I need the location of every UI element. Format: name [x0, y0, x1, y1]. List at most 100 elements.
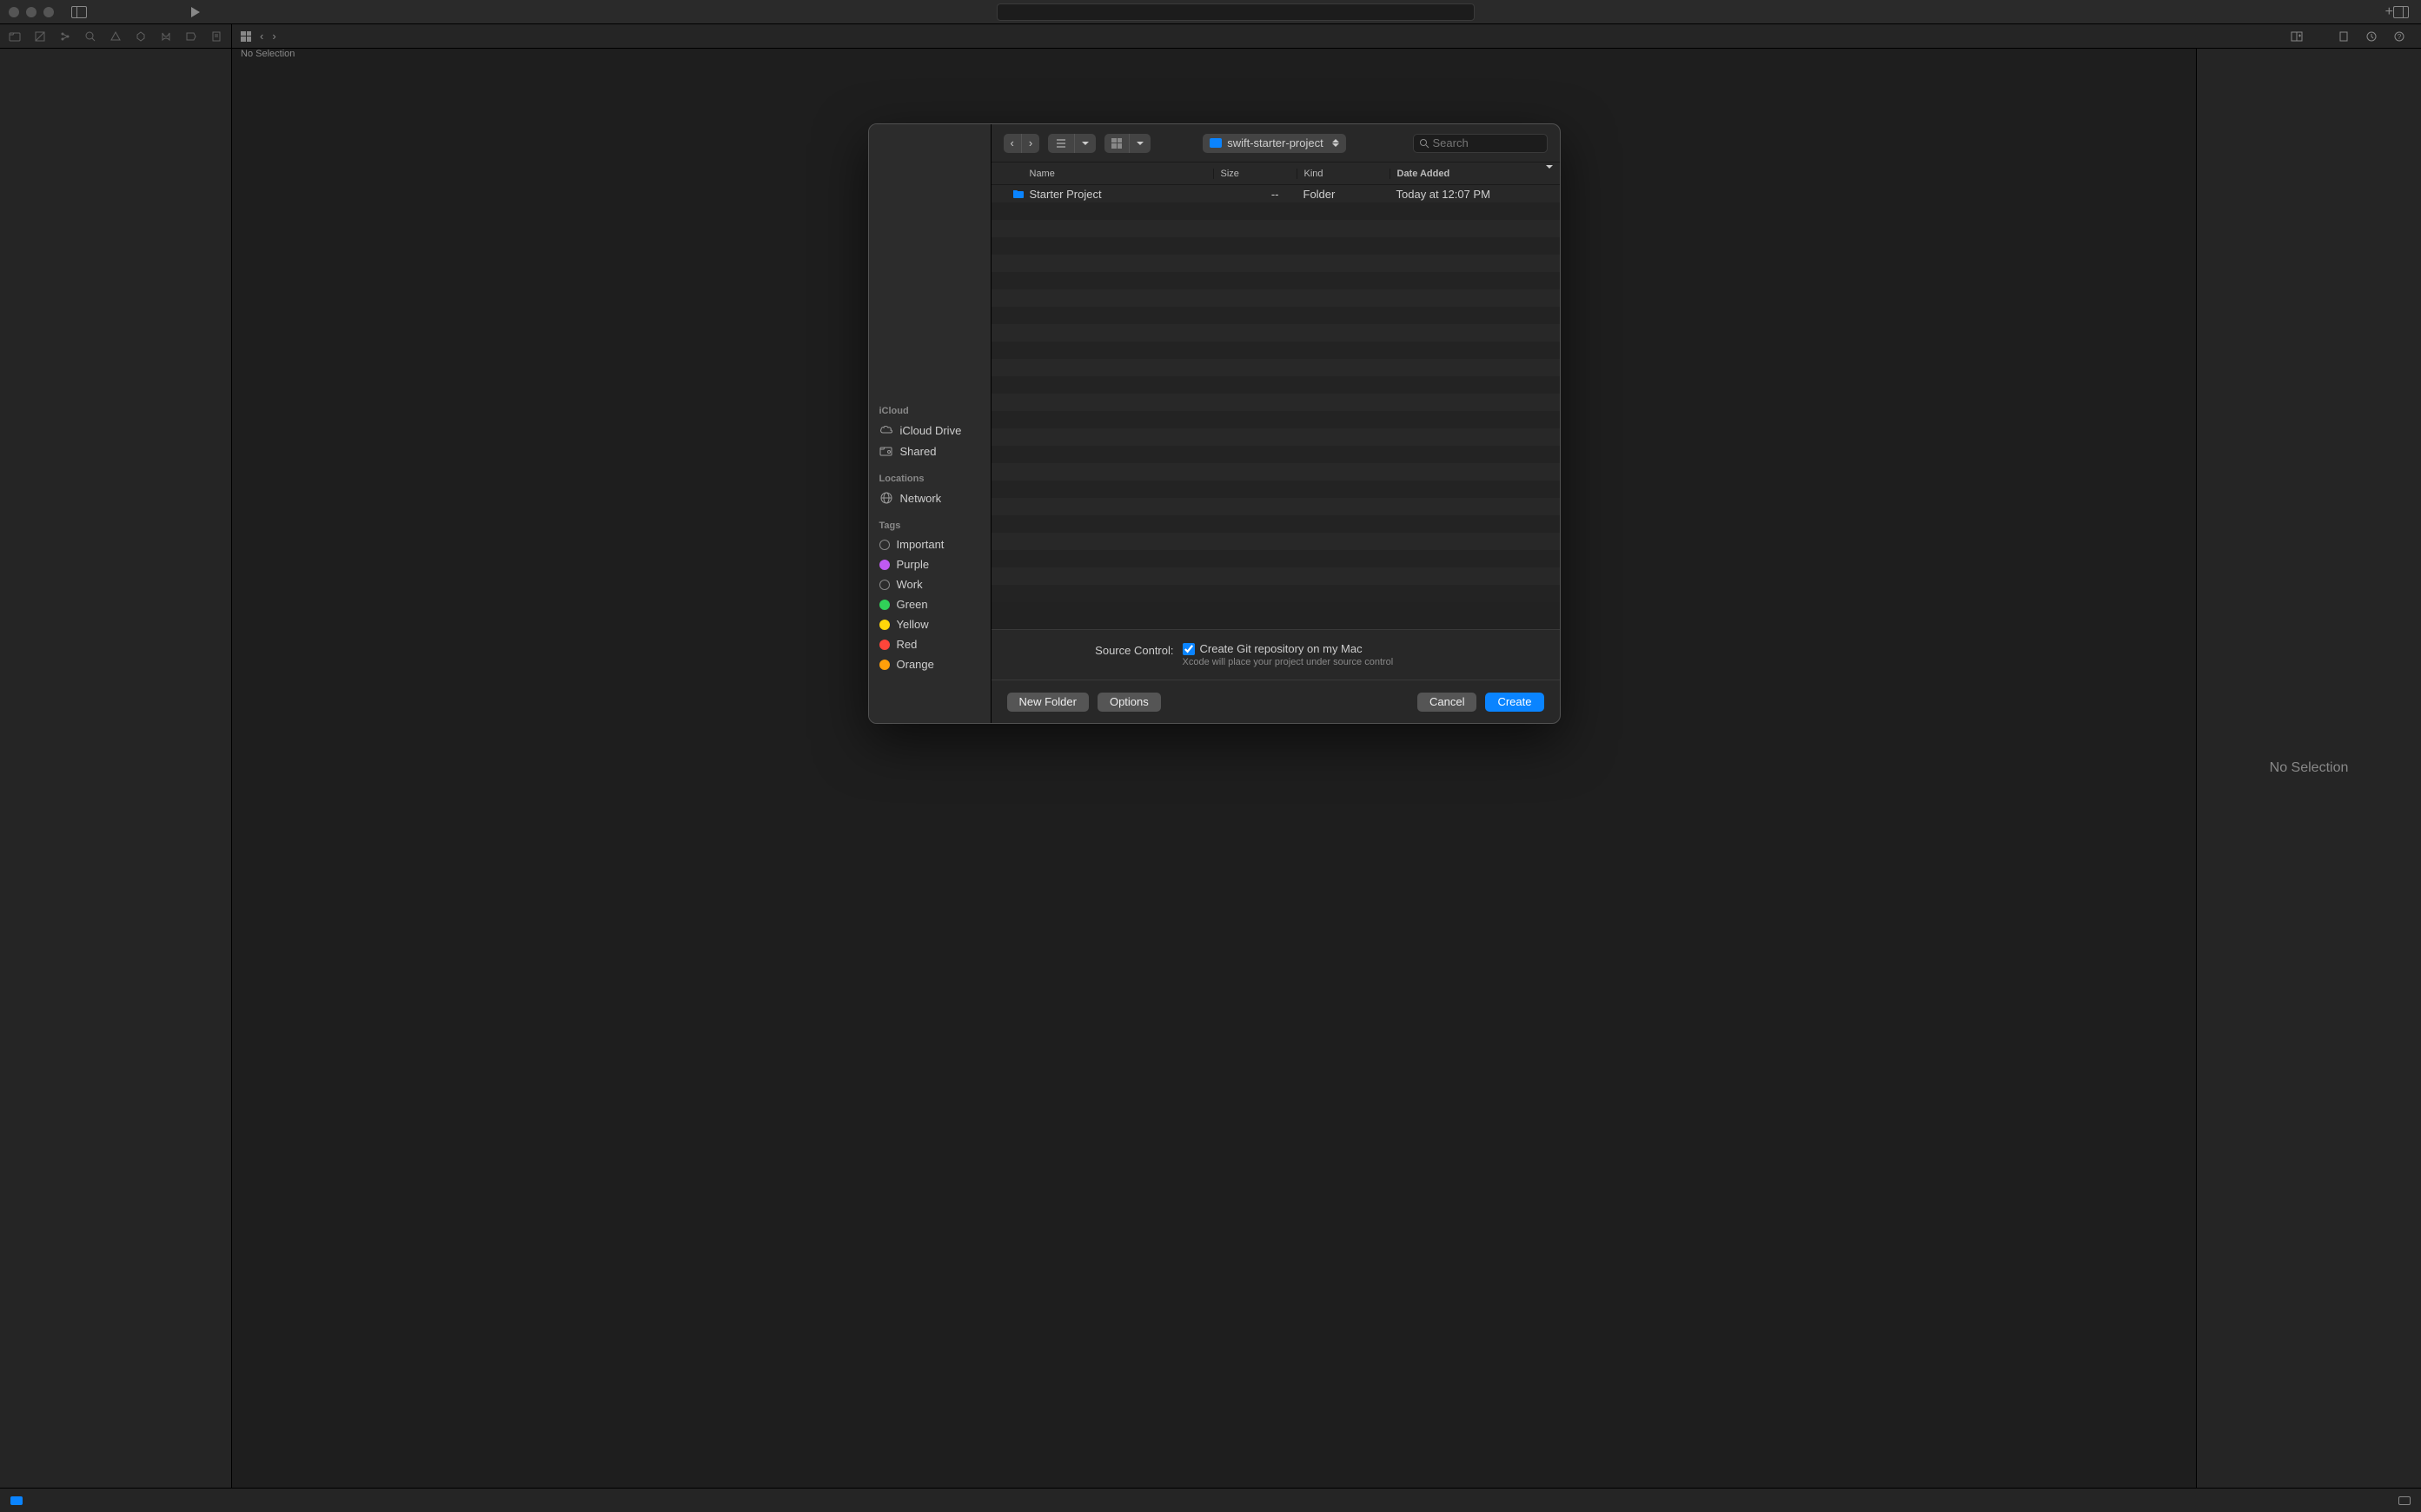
tag-dot-icon	[879, 660, 890, 670]
file-list-header: Name Size Kind Date Added	[992, 162, 1560, 185]
sidebar-item-label: Shared	[900, 445, 937, 458]
git-checkbox[interactable]	[1183, 643, 1195, 655]
library-button[interactable]: +	[2385, 4, 2393, 20]
help-inspector-icon[interactable]: ?	[2393, 30, 2405, 43]
path-popup-button[interactable]: swift-starter-project	[1203, 134, 1346, 153]
file-inspector-icon[interactable]	[2338, 30, 2350, 43]
view-mode-list[interactable]	[1048, 134, 1096, 153]
file-row	[992, 237, 1560, 255]
search-input[interactable]	[1433, 136, 1561, 149]
file-row	[992, 342, 1560, 359]
sidebar-tag-item[interactable]: Purple	[869, 554, 991, 574]
save-sheet-dimmer: iCloud iCloud Drive Shared Locations Net…	[232, 49, 2196, 1488]
titlebar: +	[0, 0, 2421, 24]
history-inspector-icon[interactable]	[2365, 30, 2378, 43]
file-kind: Folder	[1297, 188, 1390, 201]
search-icon	[1419, 138, 1429, 149]
tag-dot-icon	[879, 560, 890, 570]
filter-icon[interactable]	[10, 1496, 23, 1505]
file-row	[992, 567, 1560, 585]
test-navigator-icon[interactable]	[134, 30, 147, 43]
close-window-button[interactable]	[9, 7, 19, 17]
file-row	[992, 307, 1560, 324]
project-navigator-icon[interactable]	[9, 30, 22, 43]
editor-area: No Selection iCloud iCloud Drive Shared …	[232, 49, 2196, 1488]
column-date-added[interactable]: Date Added	[1390, 169, 1560, 179]
nav-forward-button[interactable]: ›	[1021, 134, 1039, 153]
tag-label: Red	[897, 638, 918, 651]
related-items-icon[interactable]	[241, 31, 251, 42]
issue-navigator-icon[interactable]	[109, 30, 123, 43]
chevron-down-icon	[1129, 134, 1151, 153]
tag-label: Purple	[897, 558, 930, 571]
file-date: Today at 12:07 PM	[1390, 188, 1560, 201]
search-field[interactable]	[1413, 134, 1548, 153]
back-button[interactable]: ‹	[260, 30, 263, 43]
file-row	[992, 255, 1560, 272]
breakpoint-navigator-icon[interactable]	[184, 30, 197, 43]
file-row	[992, 585, 1560, 602]
file-list[interactable]: Starter Project -- Folder Today at 12:07…	[992, 185, 1560, 629]
sidebar-item-shared[interactable]: Shared	[869, 441, 991, 461]
toggle-left-sidebar-button[interactable]	[71, 6, 87, 18]
git-checkbox-row[interactable]: Create Git repository on my Mac	[1183, 642, 1542, 655]
new-folder-button[interactable]: New Folder	[1007, 693, 1089, 712]
sidebar-item-network[interactable]: Network	[869, 487, 991, 508]
sidebar-tag-item[interactable]: Work	[869, 574, 991, 594]
activity-status-bar[interactable]	[997, 3, 1475, 21]
symbol-navigator-icon[interactable]	[59, 30, 72, 43]
zoom-window-button[interactable]	[43, 7, 54, 17]
group-by-button[interactable]	[1104, 134, 1151, 153]
minimize-window-button[interactable]	[26, 7, 36, 17]
updown-arrows-icon	[1332, 137, 1341, 149]
find-navigator-icon[interactable]	[84, 30, 97, 43]
create-button[interactable]: Create	[1485, 693, 1543, 712]
file-row	[992, 324, 1560, 342]
file-row	[992, 481, 1560, 498]
file-row	[992, 498, 1560, 515]
save-panel-options: Source Control: Create Git repository on…	[992, 629, 1560, 680]
sidebar-item-icloud-drive[interactable]: iCloud Drive	[869, 420, 991, 441]
cancel-button[interactable]: Cancel	[1417, 693, 1476, 712]
editor-path-bar: ‹ ›	[232, 30, 2322, 43]
run-button[interactable]	[191, 7, 200, 17]
file-row	[992, 411, 1560, 428]
toggle-right-sidebar-button[interactable]	[2393, 6, 2409, 18]
sidebar-tag-item[interactable]: Red	[869, 634, 991, 654]
sidebar-tag-item[interactable]: Important	[869, 534, 991, 554]
tag-dot-icon	[879, 580, 890, 590]
svg-text:?: ?	[2398, 33, 2402, 41]
column-date-label: Date Added	[1397, 169, 1450, 179]
forward-button[interactable]: ›	[272, 30, 275, 43]
sidebar-section-locations: Locations	[869, 470, 991, 487]
sidebar-section-tags: Tags	[869, 517, 991, 534]
file-row[interactable]: Starter Project -- Folder Today at 12:07…	[992, 185, 1560, 202]
globe-icon	[879, 491, 893, 505]
debug-bar	[0, 1488, 2421, 1512]
debug-navigator-icon[interactable]	[159, 30, 172, 43]
git-checkbox-label: Create Git repository on my Mac	[1200, 642, 1363, 655]
options-button[interactable]: Options	[1098, 693, 1161, 712]
sidebar-tag-item[interactable]: Yellow	[869, 614, 991, 634]
report-navigator-icon[interactable]	[209, 30, 222, 43]
sidebar-tag-item[interactable]: Green	[869, 594, 991, 614]
nav-back-button[interactable]: ‹	[1004, 134, 1021, 153]
column-name[interactable]: Name	[992, 169, 1213, 179]
file-row	[992, 202, 1560, 220]
sidebar-tag-item[interactable]: Orange	[869, 654, 991, 674]
save-panel-toolbar: ‹ › swift-starter-p	[992, 124, 1560, 162]
toggle-debug-area-icon[interactable]	[2398, 1496, 2411, 1505]
chevron-down-icon	[1074, 134, 1096, 153]
navigator-tab-bar: ‹ › ?	[0, 24, 2421, 49]
tag-label: Work	[897, 578, 923, 591]
add-editor-icon[interactable]	[2291, 30, 2313, 43]
navigator-selector	[0, 24, 232, 48]
file-row	[992, 289, 1560, 307]
column-size[interactable]: Size	[1213, 169, 1297, 179]
save-panel-footer: New Folder Options Cancel Create	[992, 680, 1560, 723]
source-control-label: Source Control:	[1009, 642, 1174, 657]
sort-chevron-icon	[1546, 169, 1553, 179]
column-kind[interactable]: Kind	[1297, 169, 1390, 179]
source-control-navigator-icon[interactable]	[34, 30, 47, 43]
sidebar-section-icloud: iCloud	[869, 402, 991, 420]
